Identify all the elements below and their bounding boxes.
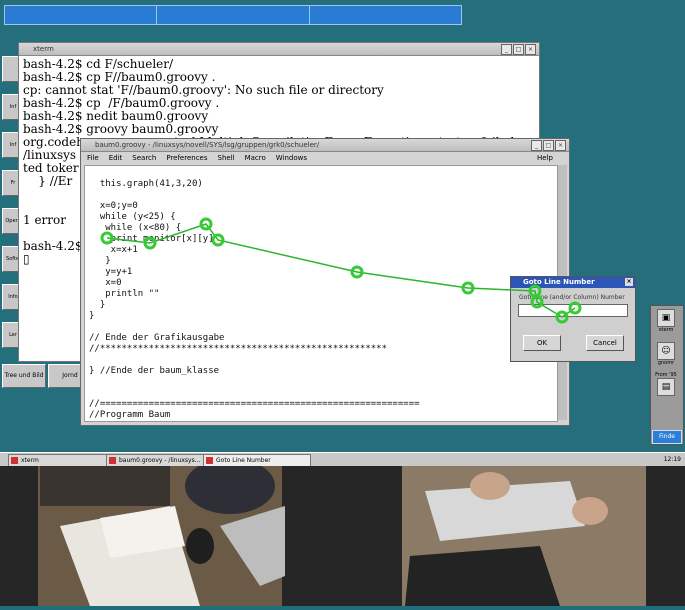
gaze-overlay: [100, 217, 582, 324]
gaze-path: [106, 223, 576, 318]
